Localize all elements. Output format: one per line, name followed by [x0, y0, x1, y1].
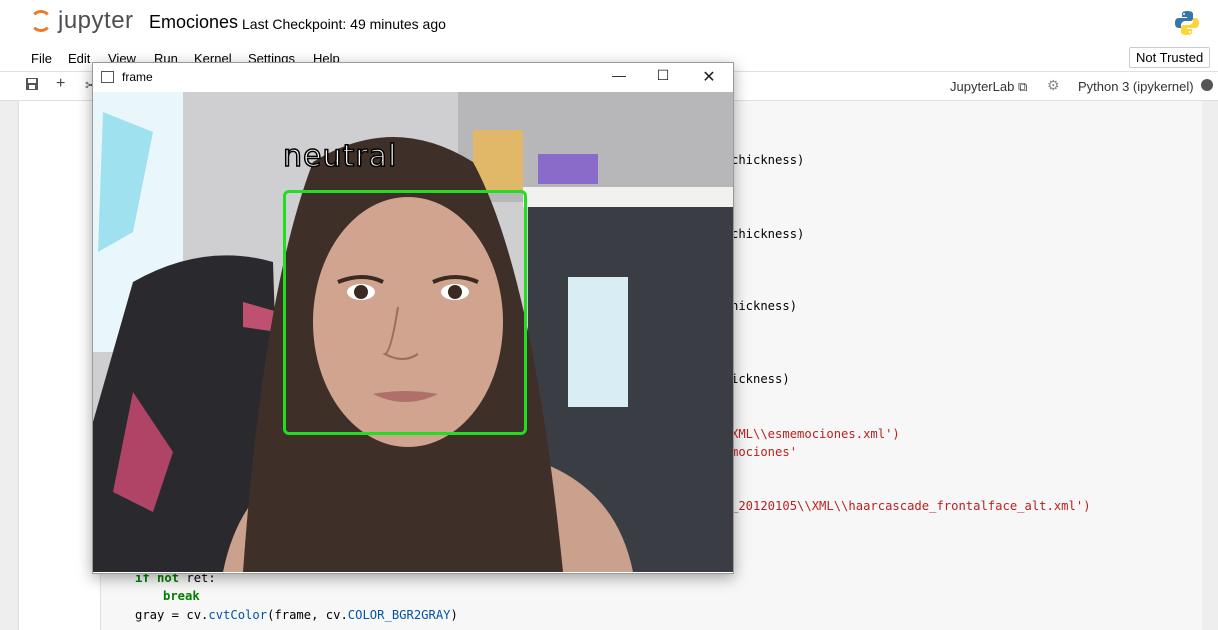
code-line: gray = cv.cvtColor(frame, cv.COLOR_BGR2G… — [135, 608, 458, 622]
window-app-icon — [101, 71, 114, 83]
code-text: gray = cv. — [135, 608, 209, 622]
emotion-label: neutral — [282, 138, 398, 175]
checkpoint-status: Last Checkpoint: 49 minutes ago — [242, 16, 446, 32]
kernel-status-icon — [1201, 79, 1213, 91]
save-icon[interactable] — [25, 77, 39, 94]
face-detection-box — [283, 190, 527, 435]
minimize-icon[interactable]: — — [608, 67, 630, 87]
kernel-name[interactable]: Python 3 (ipykernel) — [1078, 79, 1194, 94]
frame-window[interactable]: frame — ☐ ✕ neutral — [92, 62, 734, 574]
jupyterlab-link[interactable]: JupyterLab ⧉ — [950, 79, 1027, 95]
notebook-name[interactable]: Emociones — [149, 12, 238, 33]
code-text: cvtColor — [208, 608, 268, 622]
notebook-header: jupyter Emociones Last Checkpoint: 49 mi… — [0, 0, 1218, 45]
code-line: break — [163, 589, 200, 603]
close-icon[interactable]: ✕ — [698, 67, 720, 87]
trust-status-button[interactable]: Not Trusted — [1129, 47, 1211, 68]
code-text: COLOR_BGR2GRAY — [347, 608, 451, 622]
frame-window-titlebar[interactable]: frame — ☐ ✕ — [93, 63, 733, 92]
code-fragment: XML\\esmemociones.xml') — [731, 427, 900, 441]
code-text: ) — [450, 608, 458, 622]
code-fragment: chickness) — [731, 227, 805, 241]
code-fragment: chickness) — [731, 153, 805, 167]
python-logo-icon — [1175, 11, 1199, 35]
code-fragment: ickness) — [731, 372, 790, 386]
code-fragment: _20120105\\XML\\haarcascade_frontalface_… — [731, 499, 1091, 513]
webcam-video-frame: neutral — [93, 92, 733, 572]
keyword: break — [163, 589, 200, 603]
logo-text: jupyter — [58, 7, 134, 34]
jupyter-logo-icon — [30, 10, 52, 32]
frame-window-title: frame — [122, 70, 153, 84]
kernel-gear-icon[interactable]: ⚙ — [1047, 77, 1060, 94]
code-text: (frame, cv. — [267, 608, 348, 622]
jupyterlab-link-label: JupyterLab — [950, 79, 1015, 94]
external-link-icon: ⧉ — [1017, 79, 1028, 94]
code-fragment: mociones' — [731, 445, 798, 459]
add-cell-icon[interactable]: + — [56, 75, 65, 93]
jupyter-logo[interactable]: jupyter — [30, 7, 140, 36]
maximize-icon[interactable]: ☐ — [652, 67, 674, 87]
menu-edit[interactable]: Edit — [68, 51, 90, 66]
code-fragment: hickness) — [731, 299, 798, 313]
menu-file[interactable]: File — [31, 51, 52, 66]
